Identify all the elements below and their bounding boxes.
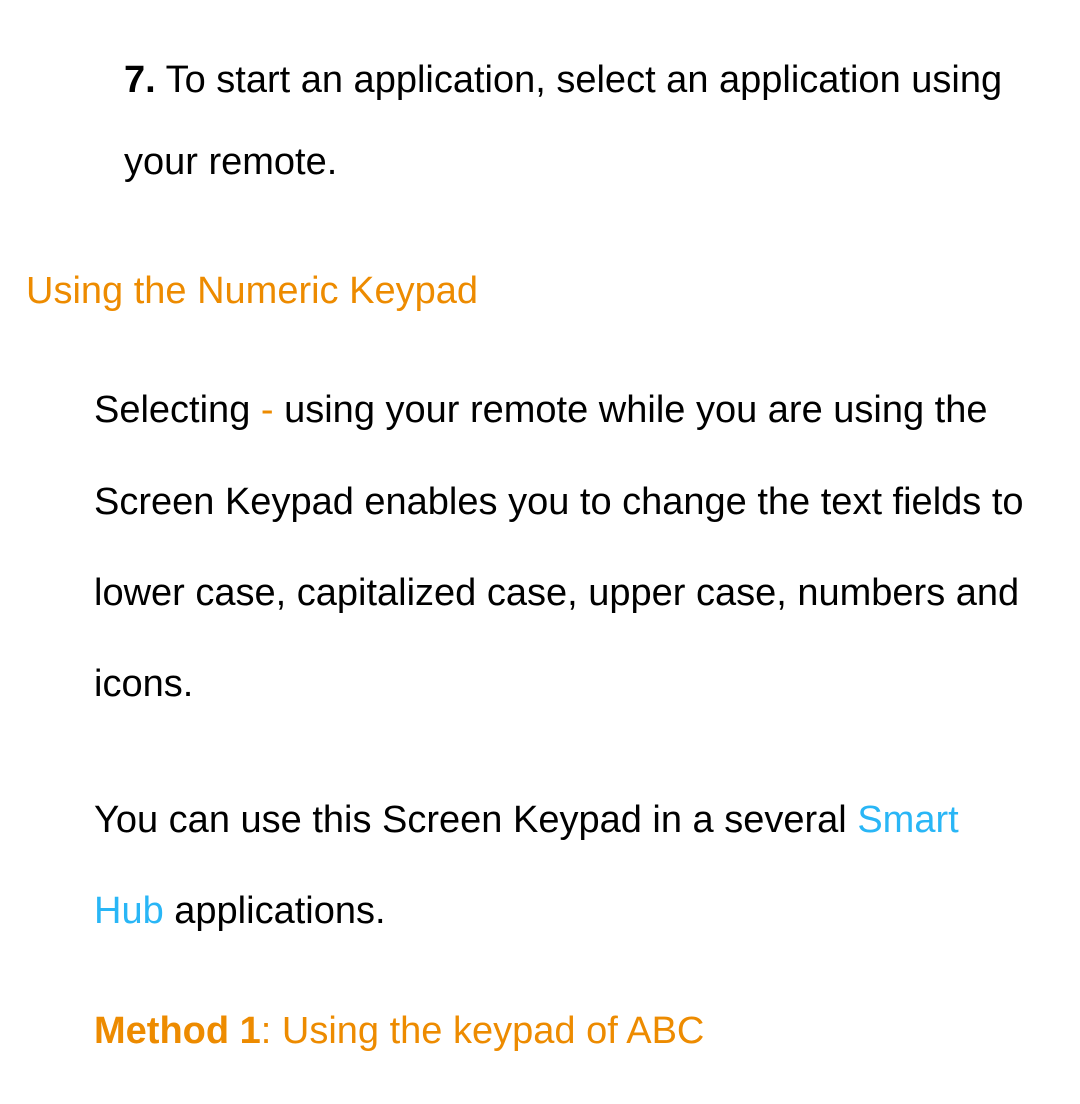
para2-part2: applications. <box>164 890 386 932</box>
paragraph-1: Selecting - using your remote while you … <box>94 365 1026 730</box>
para1-part1: Selecting <box>94 389 261 431</box>
step-7-item: 7. To start an application, select an ap… <box>124 40 1016 203</box>
method-label: Method 1 <box>94 1010 261 1052</box>
paragraph-2: You can use this Screen Keypad in a seve… <box>94 775 1026 957</box>
method-text: Using the keypad of ABC <box>282 1010 704 1052</box>
method-1-heading: Method 1: Using the keypad of ABC <box>94 1003 1056 1060</box>
orange-dash: - <box>261 389 274 431</box>
para1-part2: using your remote while you are using th… <box>94 389 1024 705</box>
section-heading: Using the Numeric Keypad <box>26 263 1056 320</box>
step-text: To start an application, select an appli… <box>124 59 1002 183</box>
step-number: 7. <box>124 59 156 101</box>
para2-part1: You can use this Screen Keypad in a seve… <box>94 799 857 841</box>
method-colon: : <box>261 1010 282 1052</box>
